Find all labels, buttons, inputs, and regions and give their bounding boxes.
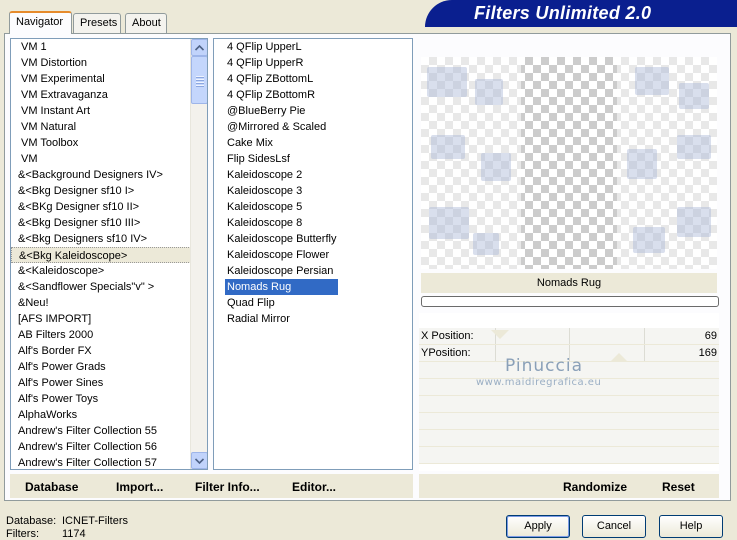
list-toolbar: Database Import... Filter Info... Editor…	[10, 474, 413, 498]
scroll-up-button[interactable]	[191, 39, 207, 56]
category-item[interactable]: &Neu!	[11, 295, 191, 311]
filter-preview	[421, 57, 717, 269]
param-label: X Position:	[421, 330, 474, 342]
filter-item[interactable]: Radial Mirror	[225, 311, 338, 327]
filter-item[interactable]: Kaleidoscope Butterfly	[225, 231, 338, 247]
tab-navigator[interactable]: Navigator	[9, 11, 72, 34]
reset-button[interactable]: Reset	[662, 480, 695, 494]
category-item[interactable]: Andrew's Filter Collection 56	[11, 439, 191, 455]
filter-item[interactable]: 4 QFlip UpperL	[225, 39, 338, 55]
filter-item[interactable]: @Mirrored & Scaled	[225, 119, 338, 135]
filter-item[interactable]: Kaleidoscope 5	[225, 199, 338, 215]
category-list[interactable]: VM 1 VM Distortion VM Experimental VM Extra…	[10, 38, 208, 470]
tab-about[interactable]: About	[125, 13, 167, 33]
category-item[interactable]: Alf's Power Grads	[11, 359, 191, 375]
randomize-button[interactable]: Randomize	[563, 480, 627, 494]
scroll-thumb[interactable]	[191, 56, 207, 104]
category-item[interactable]: &<Bkg Designers sf10 IV>	[11, 231, 191, 247]
filter-item[interactable]: Kaleidoscope Persian	[225, 263, 338, 279]
category-item[interactable]: Alf's Power Sines	[11, 375, 191, 391]
apply-button[interactable]: Apply	[506, 515, 570, 538]
category-item[interactable]: VM 1	[11, 39, 191, 55]
filter-items: 4 QFlip UpperL 4 QFlip UpperR 4 QFlip ZBot…	[225, 39, 339, 327]
param-value: 169	[698, 347, 717, 359]
progress-bar	[421, 296, 719, 307]
filters-count-value: 1174	[62, 528, 86, 540]
category-item[interactable]: &<Bkg Designer sf10 III>	[11, 215, 191, 231]
cancel-button[interactable]: Cancel	[582, 515, 646, 538]
category-item[interactable]: VM Instant Art	[11, 103, 191, 119]
category-item[interactable]: AlphaWorks	[11, 407, 191, 423]
filter-item[interactable]: Cake Mix	[225, 135, 338, 151]
filter-list[interactable]: 4 QFlip UpperL 4 QFlip UpperR 4 QFlip ZBot…	[213, 38, 413, 470]
category-item[interactable]: VM Experimental	[11, 71, 191, 87]
param-row-x[interactable]: X Position: 69	[419, 328, 719, 345]
category-item[interactable]: Alf's Border FX	[11, 343, 191, 359]
watermark-name: Pinuccia	[505, 356, 583, 376]
filter-item[interactable]: Quad Flip	[225, 295, 338, 311]
filter-item[interactable]: Kaleidoscope 3	[225, 183, 338, 199]
editor-button[interactable]: Editor...	[292, 480, 336, 494]
param-value: 69	[704, 330, 717, 342]
category-item[interactable]: &<Sandflower Specials"v" >	[11, 279, 191, 295]
category-item[interactable]: &<BKg Designer sf10 II>	[11, 199, 191, 215]
category-item[interactable]: &<Bkg Kaleidoscope>	[11, 247, 191, 263]
category-item[interactable]: Andrew's Filter Collection 55	[11, 423, 191, 439]
filter-item[interactable]: Nomads Rug	[225, 279, 339, 295]
preview-toolbar: Randomize Reset	[419, 474, 719, 498]
filter-info-button[interactable]: Filter Info...	[195, 480, 260, 494]
filter-item[interactable]: Kaleidoscope Flower	[225, 247, 338, 263]
category-item[interactable]: &<Bkg Designer sf10 I>	[11, 183, 191, 199]
param-row-empty	[419, 396, 719, 413]
filter-item[interactable]: Kaleidoscope 2	[225, 167, 338, 183]
tab-presets[interactable]: Presets	[73, 13, 121, 33]
category-item[interactable]: Andrew's Filter Collection 57	[11, 455, 191, 469]
app-title: Filters Unlimited 2.0	[474, 3, 652, 23]
filter-item[interactable]: @BlueBerry Pie	[225, 103, 338, 119]
scroll-down-button[interactable]	[191, 452, 207, 469]
category-item[interactable]: VM	[11, 151, 191, 167]
filters-count-label: Filters:	[6, 528, 39, 540]
param-row-empty	[419, 430, 719, 447]
chevron-down-icon	[195, 457, 204, 464]
category-item[interactable]: AB Filters 2000	[11, 327, 191, 343]
help-button[interactable]: Help	[659, 515, 723, 538]
category-item[interactable]: [AFS IMPORT]	[11, 311, 191, 327]
database-status-label: Database:	[6, 515, 57, 527]
filter-item[interactable]: 4 QFlip ZBottomR	[225, 87, 338, 103]
param-row-empty	[419, 447, 719, 464]
import-button[interactable]: Import...	[116, 480, 163, 494]
category-item[interactable]: VM Extravaganza	[11, 87, 191, 103]
category-item[interactable]: VM Natural	[11, 119, 191, 135]
param-label: YPosition:	[421, 347, 471, 359]
database-button[interactable]: Database	[25, 480, 78, 494]
category-item[interactable]: VM Distortion	[11, 55, 191, 71]
watermark-site: www.maidiregrafica.eu	[476, 377, 602, 388]
filter-item[interactable]: 4 QFlip ZBottomL	[225, 71, 338, 87]
slider-handle-y[interactable]	[610, 353, 628, 362]
category-items: VM 1 VM Distortion VM Experimental VM Extra…	[11, 39, 191, 469]
category-item[interactable]: Alf's Power Toys	[11, 391, 191, 407]
selected-filter-name: Nomads Rug	[421, 273, 717, 293]
filter-item[interactable]: 4 QFlip UpperR	[225, 55, 338, 71]
category-scrollbar[interactable]	[190, 39, 207, 469]
filter-item[interactable]: Flip SidesLsf	[225, 151, 338, 167]
category-item[interactable]: &<Background Designers IV>	[11, 167, 191, 183]
category-item[interactable]: VM Toolbox	[11, 135, 191, 151]
chevron-up-icon	[195, 44, 204, 51]
parameter-panel: X Position: 69 YPosition: 169	[419, 313, 719, 471]
param-row-empty	[419, 413, 719, 430]
category-item[interactable]: &<Kaleidoscope>	[11, 263, 191, 279]
database-status-value: ICNET-Filters	[62, 515, 128, 527]
filter-item[interactable]: Kaleidoscope 8	[225, 215, 338, 231]
slider-handle-x[interactable]	[491, 330, 509, 339]
